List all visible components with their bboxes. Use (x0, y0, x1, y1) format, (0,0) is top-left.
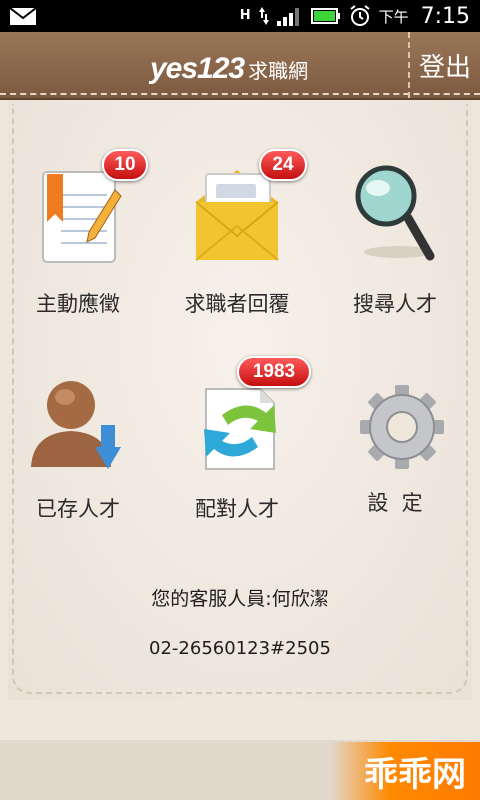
menu-item-saved-talent[interactable]: 已存人才 (3, 375, 153, 525)
status-bar: H 下午 7:15 (0, 0, 480, 32)
data-arrows-icon (258, 7, 269, 25)
service-phone[interactable]: 02-26560123#2505 (0, 638, 480, 659)
menu-item-apply[interactable]: 主動應徵 (3, 160, 153, 320)
match-arrows-icon (204, 388, 276, 470)
watermark-logo: 乖乖网 (330, 742, 480, 800)
battery-icon (310, 8, 340, 24)
menu-item-settings[interactable]: 設 定 (320, 375, 470, 525)
menu-item-search-talent[interactable]: 搜尋人才 (320, 160, 470, 320)
notification-badge: 24 (259, 149, 307, 181)
menu-item-replies[interactable]: 求職者回覆 (162, 160, 312, 320)
menu-label: 主動應徵 (36, 292, 120, 316)
gear-icon (360, 385, 444, 469)
logout-button[interactable]: 登出 (408, 32, 480, 98)
alarm-icon (349, 5, 370, 26)
signal-icon (276, 8, 299, 26)
notification-badge: 1983 (237, 356, 311, 388)
notification-badge: 10 (102, 149, 148, 181)
status-right: H 下午 7:15 (240, 0, 470, 32)
menu-label: 設 定 (367, 491, 423, 515)
magnifier-icon (355, 165, 435, 261)
app-logo: yes123 求職網 (150, 52, 308, 86)
menu-item-match-talent[interactable]: 配對人才 (162, 375, 312, 525)
menu-label: 配對人才 (195, 497, 279, 521)
service-contact: 您的客服人員:何欣潔 (151, 588, 329, 610)
menu-label: 求職者回覆 (184, 292, 290, 316)
saved-person-icon (31, 381, 121, 469)
logo-text: yes123 (150, 52, 245, 85)
menu-label: 搜尋人才 (353, 292, 437, 316)
mail-icon (10, 8, 36, 25)
ampm-label: 下午 (378, 7, 409, 26)
clock: 7:15 (420, 3, 470, 29)
menu-label: 已存人才 (36, 497, 120, 521)
network-type: H (239, 8, 251, 23)
logo-subtext: 求職網 (248, 59, 309, 83)
